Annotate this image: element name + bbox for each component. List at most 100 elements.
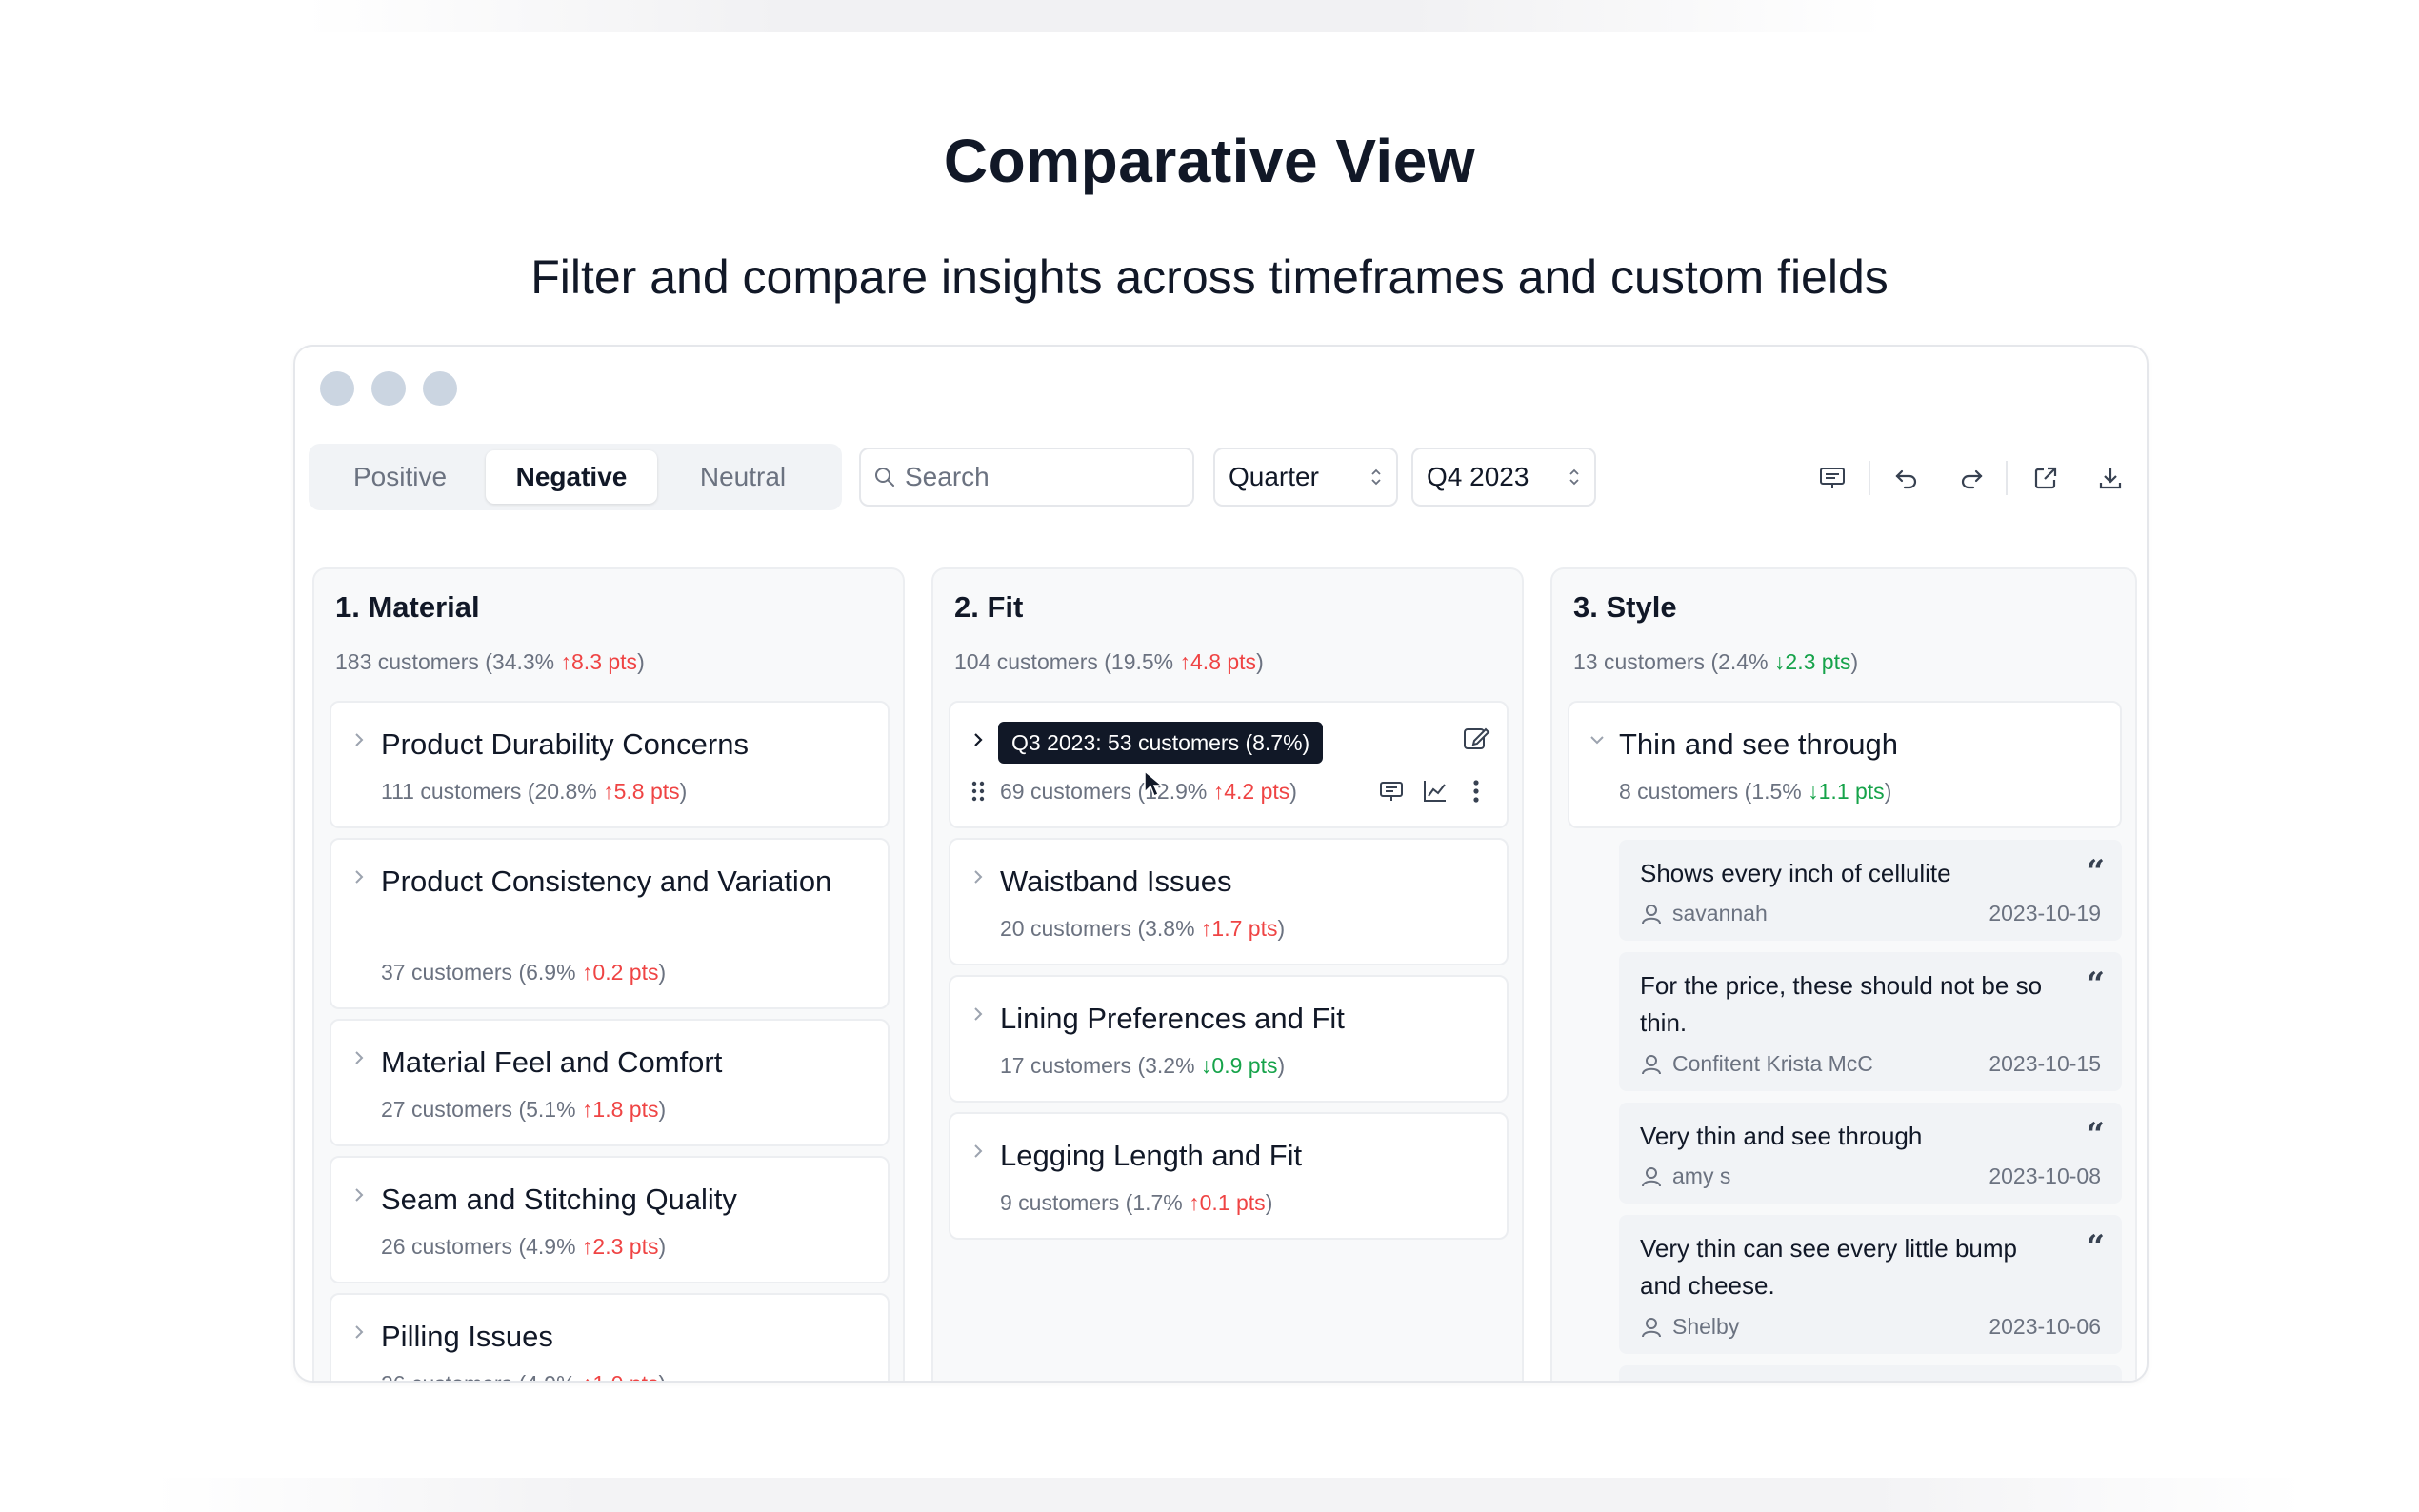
card-count: 26 customers (4.9% — [381, 1371, 576, 1381]
insight-card[interactable]: Seam and Stitching Quality 26 customers … — [330, 1156, 890, 1283]
meta-delta: ↓2.3 pts — [1773, 649, 1851, 674]
period-select-value: Quarter — [1229, 462, 1319, 491]
quote-icon: “ — [2086, 1116, 2105, 1154]
chevron-right-icon[interactable] — [970, 1005, 987, 1023]
insight-card-hovered[interactable]: 69 customers (12.9% ↑4.2 pts) — [949, 701, 1509, 828]
quote-date: 2023-10-08 — [1989, 1164, 2101, 1188]
card-count: 26 customers (4.9% — [381, 1234, 576, 1259]
card-suffix: ) — [1265, 1190, 1273, 1215]
quote-user-name: amy s — [1672, 1164, 1731, 1188]
drag-handle-icon[interactable] — [970, 779, 987, 804]
more-vertical-icon[interactable] — [1469, 777, 1484, 806]
tooltip: Q3 2023: 53 customers (8.7%) — [998, 722, 1324, 764]
meta-suffix: ) — [1850, 649, 1859, 674]
card-suffix: ) — [679, 779, 688, 804]
card-suffix: ) — [1277, 1053, 1286, 1078]
insight-card[interactable]: Product Durability Concerns 111 customer… — [330, 701, 890, 828]
user-icon — [1642, 1054, 1661, 1074]
card-title: Product Durability Concerns — [381, 727, 749, 761]
card-suffix: ) — [1277, 916, 1286, 941]
quote-card[interactable]: For the price, these should not be so th… — [1619, 952, 2122, 1091]
quote-card[interactable]: Shows every inch of cellulite “ savannah… — [1619, 840, 2122, 941]
chevron-right-icon[interactable] — [970, 868, 987, 885]
insight-card[interactable]: Waistband Issues 20 customers (3.8% ↑1.7… — [949, 838, 1509, 965]
column-meta: 104 customers (19.5% ↑4.8 pts) — [954, 649, 1264, 675]
chevron-right-icon[interactable] — [970, 731, 987, 748]
bottom-fade — [152, 1478, 2305, 1512]
card-delta: ↑2.3 pts — [581, 1234, 659, 1259]
card-title: Lining Preferences and Fit — [1000, 1002, 1345, 1035]
column-style: 3. Style 13 customers (2.4% ↓2.3 pts) Th… — [1550, 567, 2137, 1381]
card-title: Legging Length and Fit — [1000, 1139, 1303, 1172]
edit-icon[interactable] — [1461, 724, 1491, 754]
card-suffix: ) — [1289, 779, 1297, 804]
chevron-down-icon[interactable] — [1589, 731, 1606, 748]
quote-icon: “ — [2086, 965, 2105, 1004]
card-suffix: ) — [658, 1097, 667, 1122]
meta-suffix: ) — [637, 649, 645, 674]
quote-author: Shelby — [1640, 1314, 1739, 1340]
search-input[interactable]: Search — [859, 448, 1194, 507]
search-placeholder: Search — [905, 462, 990, 491]
tab-neutral[interactable]: Neutral — [657, 450, 829, 504]
download-icon[interactable] — [2091, 459, 2129, 497]
card-meta: 27 customers (5.1% ↑1.8 pts) — [381, 1097, 666, 1123]
redo-icon[interactable] — [1952, 459, 1990, 497]
quote-card[interactable]: Very thin and see through “ amy s 2023-1… — [1619, 1103, 2122, 1204]
app-window: Positive Negative Neutral Search Quarter… — [293, 345, 2149, 1383]
external-link-icon[interactable] — [2027, 459, 2065, 497]
card-delta: ↓0.9 pts — [1200, 1053, 1278, 1078]
sentiment-tabs: Positive Negative Neutral — [309, 444, 842, 510]
card-suffix: ) — [658, 960, 667, 985]
undo-icon[interactable] — [1888, 459, 1926, 497]
period-select[interactable]: Quarter — [1213, 448, 1398, 507]
chevron-right-icon[interactable] — [350, 1323, 368, 1341]
column-fit: 2. Fit 104 customers (19.5% ↑4.8 pts) 69… — [931, 567, 1524, 1381]
quarter-select-value: Q4 2023 — [1427, 462, 1529, 491]
window-dot-close[interactable] — [320, 371, 354, 406]
card-meta: 37 customers (6.9% ↑0.2 pts) — [381, 960, 666, 985]
toolbar-divider — [2006, 461, 2008, 495]
mouse-cursor-icon — [1144, 769, 1164, 798]
window-dot-minimize[interactable] — [371, 371, 406, 406]
meta-suffix: ) — [1256, 649, 1264, 674]
tab-positive[interactable]: Positive — [314, 450, 486, 504]
card-count: 37 customers (6.9% — [381, 960, 576, 985]
insight-card-expanded[interactable]: Thin and see through 8 customers (1.5% ↓… — [1568, 701, 2122, 828]
insight-card[interactable]: Pilling Issues 26 customers (4.9% ↑1.0 p… — [330, 1293, 890, 1381]
chevron-right-icon[interactable] — [350, 731, 368, 748]
insight-card[interactable]: Material Feel and Comfort 27 customers (… — [330, 1019, 890, 1146]
card-suffix: ) — [1884, 779, 1892, 804]
chevron-right-icon[interactable] — [970, 1143, 987, 1160]
quote-author: Confitent Krista McC — [1640, 1051, 1873, 1077]
quarter-select[interactable]: Q4 2023 — [1411, 448, 1596, 507]
card-delta: ↑1.7 pts — [1200, 916, 1278, 941]
quote-card[interactable] — [1619, 1365, 2122, 1381]
quote-text: Shows every inch of cellulite — [1640, 859, 1951, 887]
card-title: Product Consistency and Variation — [381, 865, 832, 898]
window-dot-maximize[interactable] — [423, 371, 457, 406]
updown-chevron-icon — [1371, 468, 1381, 486]
card-meta: 26 customers (4.9% ↑1.0 pts) — [381, 1371, 666, 1381]
card-title: Pilling Issues — [381, 1320, 553, 1353]
card-delta: ↑1.0 pts — [582, 1371, 659, 1381]
card-count: 17 customers (3.2% — [1000, 1053, 1195, 1078]
presentation-icon[interactable] — [1377, 777, 1406, 806]
tab-negative[interactable]: Negative — [486, 450, 657, 504]
insight-card[interactable]: Lining Preferences and Fit 17 customers … — [949, 975, 1509, 1103]
trend-chart-icon[interactable] — [1421, 777, 1449, 806]
insight-card[interactable]: Legging Length and Fit 9 customers (1.7%… — [949, 1112, 1509, 1240]
quote-card[interactable]: Very thin can see every little bump and … — [1619, 1215, 2122, 1354]
presentation-icon[interactable] — [1813, 459, 1851, 497]
chevron-right-icon[interactable] — [350, 868, 368, 885]
chevron-right-icon[interactable] — [350, 1186, 368, 1204]
quote-author: savannah — [1640, 901, 1768, 926]
chevron-right-icon[interactable] — [350, 1049, 368, 1066]
meta-delta: ↑8.3 pts — [560, 649, 638, 674]
quote-user-name: savannah — [1672, 901, 1768, 925]
card-meta: 8 customers (1.5% ↓1.1 pts) — [1619, 779, 1891, 805]
insight-card[interactable]: Product Consistency and Variation 37 cus… — [330, 838, 890, 1009]
user-icon — [1642, 1166, 1661, 1186]
card-delta: ↑5.8 pts — [603, 779, 680, 804]
page-subtitle: Filter and compare insights across timef… — [530, 250, 1889, 304]
